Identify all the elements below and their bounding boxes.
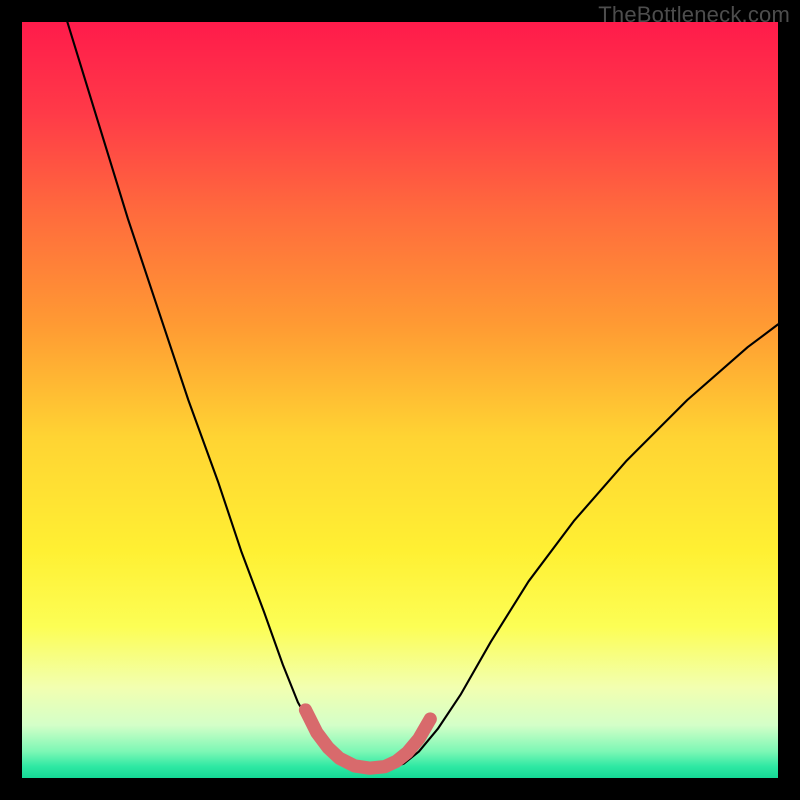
outer-frame: TheBottleneck.com	[0, 0, 800, 800]
plot-area	[22, 22, 778, 778]
watermark-text: TheBottleneck.com	[598, 2, 790, 28]
gradient-background	[22, 22, 778, 778]
